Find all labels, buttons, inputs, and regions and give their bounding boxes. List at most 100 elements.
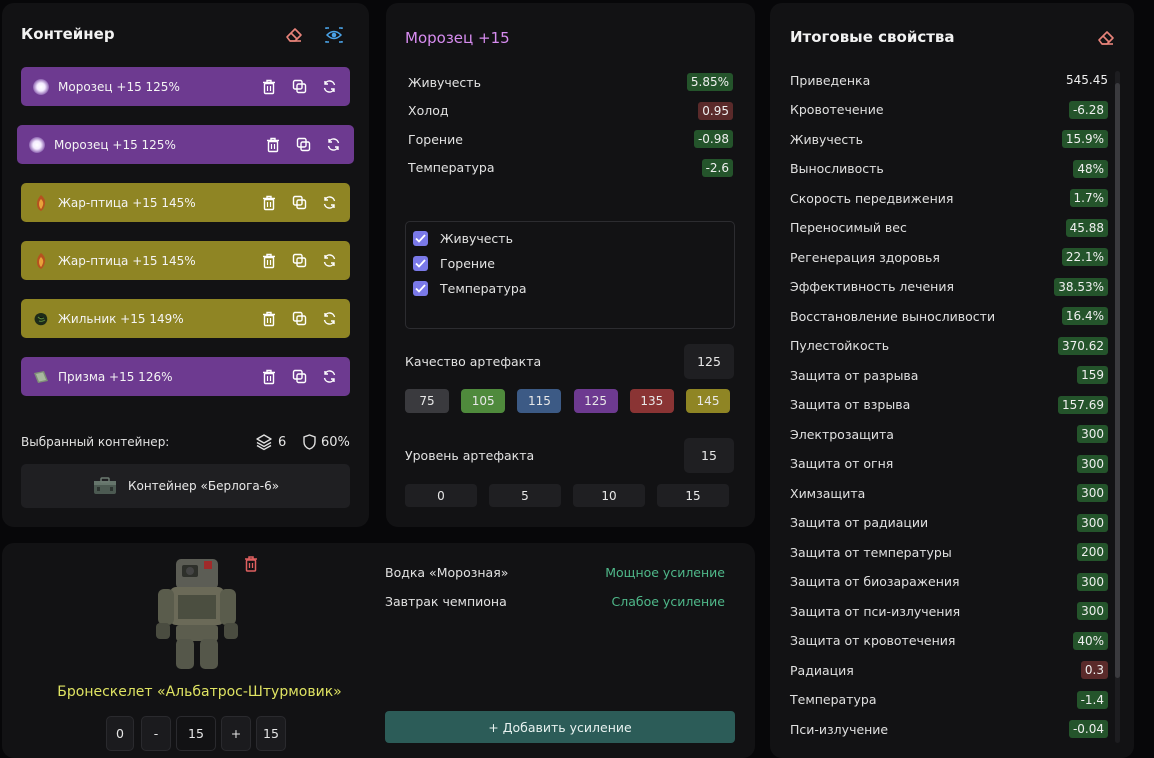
level-preset-button[interactable]: 10: [573, 484, 645, 507]
quality-preset-button[interactable]: 75: [405, 389, 449, 413]
stat-filter-label: Горение: [440, 255, 495, 271]
refresh-icon[interactable]: [320, 310, 338, 328]
frost-orb-icon: [28, 136, 46, 154]
total-stat-label: Регенерация здоровья: [790, 249, 940, 265]
total-stat-label: Восстановление выносливости: [790, 308, 996, 324]
add-boost-button[interactable]: + Добавить усиление: [385, 711, 735, 743]
total-stat-label: Защита от взрыва: [790, 397, 911, 412]
copy-icon[interactable]: [290, 78, 308, 96]
armor-level-input[interactable]: 15: [176, 716, 216, 751]
artifact-item[interactable]: Жильник +15 149%: [21, 299, 350, 338]
stat-filter-checkbox[interactable]: Температура: [413, 278, 527, 298]
delete-armor-icon[interactable]: [240, 553, 262, 575]
level-preset-button[interactable]: 5: [489, 484, 561, 507]
stat-filter-checkbox[interactable]: Живучесть: [413, 228, 513, 248]
total-stat-row: Скорость передвижения 1.7%: [790, 187, 1108, 209]
refresh-icon[interactable]: [320, 78, 338, 96]
artifact-item[interactable]: Призма +15 126%: [21, 357, 350, 396]
copy-icon[interactable]: [290, 368, 308, 386]
firebird-icon: [32, 252, 50, 270]
totals-scroll-thumb[interactable]: [1115, 83, 1120, 678]
shield-icon: [303, 434, 316, 450]
level-preset-button[interactable]: 15: [657, 484, 729, 507]
total-stat-row: Защита от разрыва 159: [790, 364, 1108, 386]
trash-icon[interactable]: [260, 310, 278, 328]
quality-input[interactable]: 125: [684, 344, 734, 379]
level-input[interactable]: 15: [684, 438, 734, 473]
container-select-button[interactable]: Контейнер «Берлога-6»: [21, 464, 350, 508]
copy-icon[interactable]: [290, 194, 308, 212]
total-stat-row: Защита от взрыва 157.69: [790, 394, 1108, 416]
copy-icon[interactable]: [290, 252, 308, 270]
artifact-item[interactable]: Морозец +15 125%: [21, 67, 350, 106]
total-stat-label: Приведенка: [790, 72, 871, 88]
artifact-item[interactable]: Жар-птица +15 145%: [21, 241, 350, 280]
total-stat-row: Защита от радиации 300: [790, 512, 1108, 534]
level-decrement-button[interactable]: -: [141, 716, 171, 751]
stat-value: -0.98: [693, 130, 733, 148]
artifact-item[interactable]: Жар-птица +15 145%: [21, 183, 350, 222]
stat-filter-checkbox[interactable]: Горение: [413, 253, 495, 273]
artifact-item-actions: [260, 252, 338, 270]
quality-preset-button[interactable]: 115: [517, 389, 562, 413]
layers-icon: [256, 434, 272, 451]
trash-icon[interactable]: [264, 136, 282, 154]
total-stat-row: Защита от биозаражения 300: [790, 571, 1108, 593]
trash-icon[interactable]: [260, 78, 278, 96]
total-stat-row: Живучесть 15.9%: [790, 128, 1108, 150]
total-stat-row: Защита от пси-излучения 300: [790, 600, 1108, 622]
total-stat-value: 45.88: [1065, 218, 1108, 237]
total-stat-row: Восстановление выносливости 16.4%: [790, 305, 1108, 327]
totals-panel: Итоговые свойства Приведенка 545.45 Кровот…: [770, 3, 1134, 758]
quality-preset-button[interactable]: 125: [573, 389, 618, 413]
quality-preset-button[interactable]: 135: [629, 389, 674, 413]
stat-value: -2.6: [701, 158, 733, 177]
total-stat-value: 200: [1077, 543, 1108, 561]
level-preset-button[interactable]: 0: [405, 484, 477, 507]
checkmark-icon[interactable]: [413, 255, 428, 271]
artifact-title: Морозец +15: [405, 29, 510, 47]
refresh-icon[interactable]: [320, 368, 338, 386]
trash-icon[interactable]: [260, 194, 278, 212]
eraser-icon[interactable]: [283, 24, 305, 46]
total-stat-value: 300: [1077, 484, 1108, 502]
prism-icon: [32, 368, 50, 386]
trash-icon[interactable]: [260, 252, 278, 270]
total-stat-row: Защита от огня 300: [790, 453, 1108, 475]
total-stat-label: Живучесть: [790, 131, 863, 147]
quality-preset-button[interactable]: 145: [686, 389, 730, 413]
level-max-button[interactable]: 15: [256, 716, 286, 751]
refresh-icon[interactable]: [324, 136, 342, 154]
artifact-item-actions: [260, 194, 338, 212]
total-stat-label: Выносливость: [790, 161, 884, 176]
stat-label: Холод: [408, 103, 449, 118]
total-stat-label: Температура: [790, 692, 877, 707]
refresh-icon[interactable]: [320, 252, 338, 270]
total-stat-row: Защита от кровотечения 40%: [790, 630, 1108, 652]
total-stat-value: -6.28: [1068, 100, 1108, 119]
copy-icon[interactable]: [294, 136, 312, 154]
armor-image: [152, 551, 242, 673]
total-stat-label: Переносимый вес: [790, 220, 907, 235]
protection-indicator: 60%: [302, 433, 350, 451]
checkmark-icon[interactable]: [413, 280, 428, 296]
trash-icon[interactable]: [260, 368, 278, 386]
eye-icon[interactable]: [323, 24, 345, 46]
total-stat-row: Переносимый вес 45.88: [790, 217, 1108, 239]
totals-scrollbar[interactable]: [1115, 71, 1120, 743]
eraser-icon[interactable]: [1095, 27, 1117, 49]
artifact-stat-row: Живучесть 5.85%: [408, 71, 733, 93]
artifact-item[interactable]: Морозец +15 125%: [17, 125, 354, 164]
copy-icon[interactable]: [290, 310, 308, 328]
boost-label: Водка «Морозная»: [385, 564, 509, 580]
stat-value: 5.85%: [686, 73, 733, 91]
total-stat-label: Радиация: [790, 662, 854, 678]
level-min-button[interactable]: 0: [106, 716, 134, 751]
stat-filter-label: Живучесть: [440, 230, 513, 246]
refresh-icon[interactable]: [320, 194, 338, 212]
level-increment-button[interactable]: +: [221, 716, 251, 751]
quality-preset-button[interactable]: 105: [461, 389, 506, 413]
boost-strength: Слабое усиление: [611, 593, 725, 609]
checkmark-icon[interactable]: [413, 230, 428, 246]
total-stat-value: 0.3: [1080, 661, 1108, 679]
